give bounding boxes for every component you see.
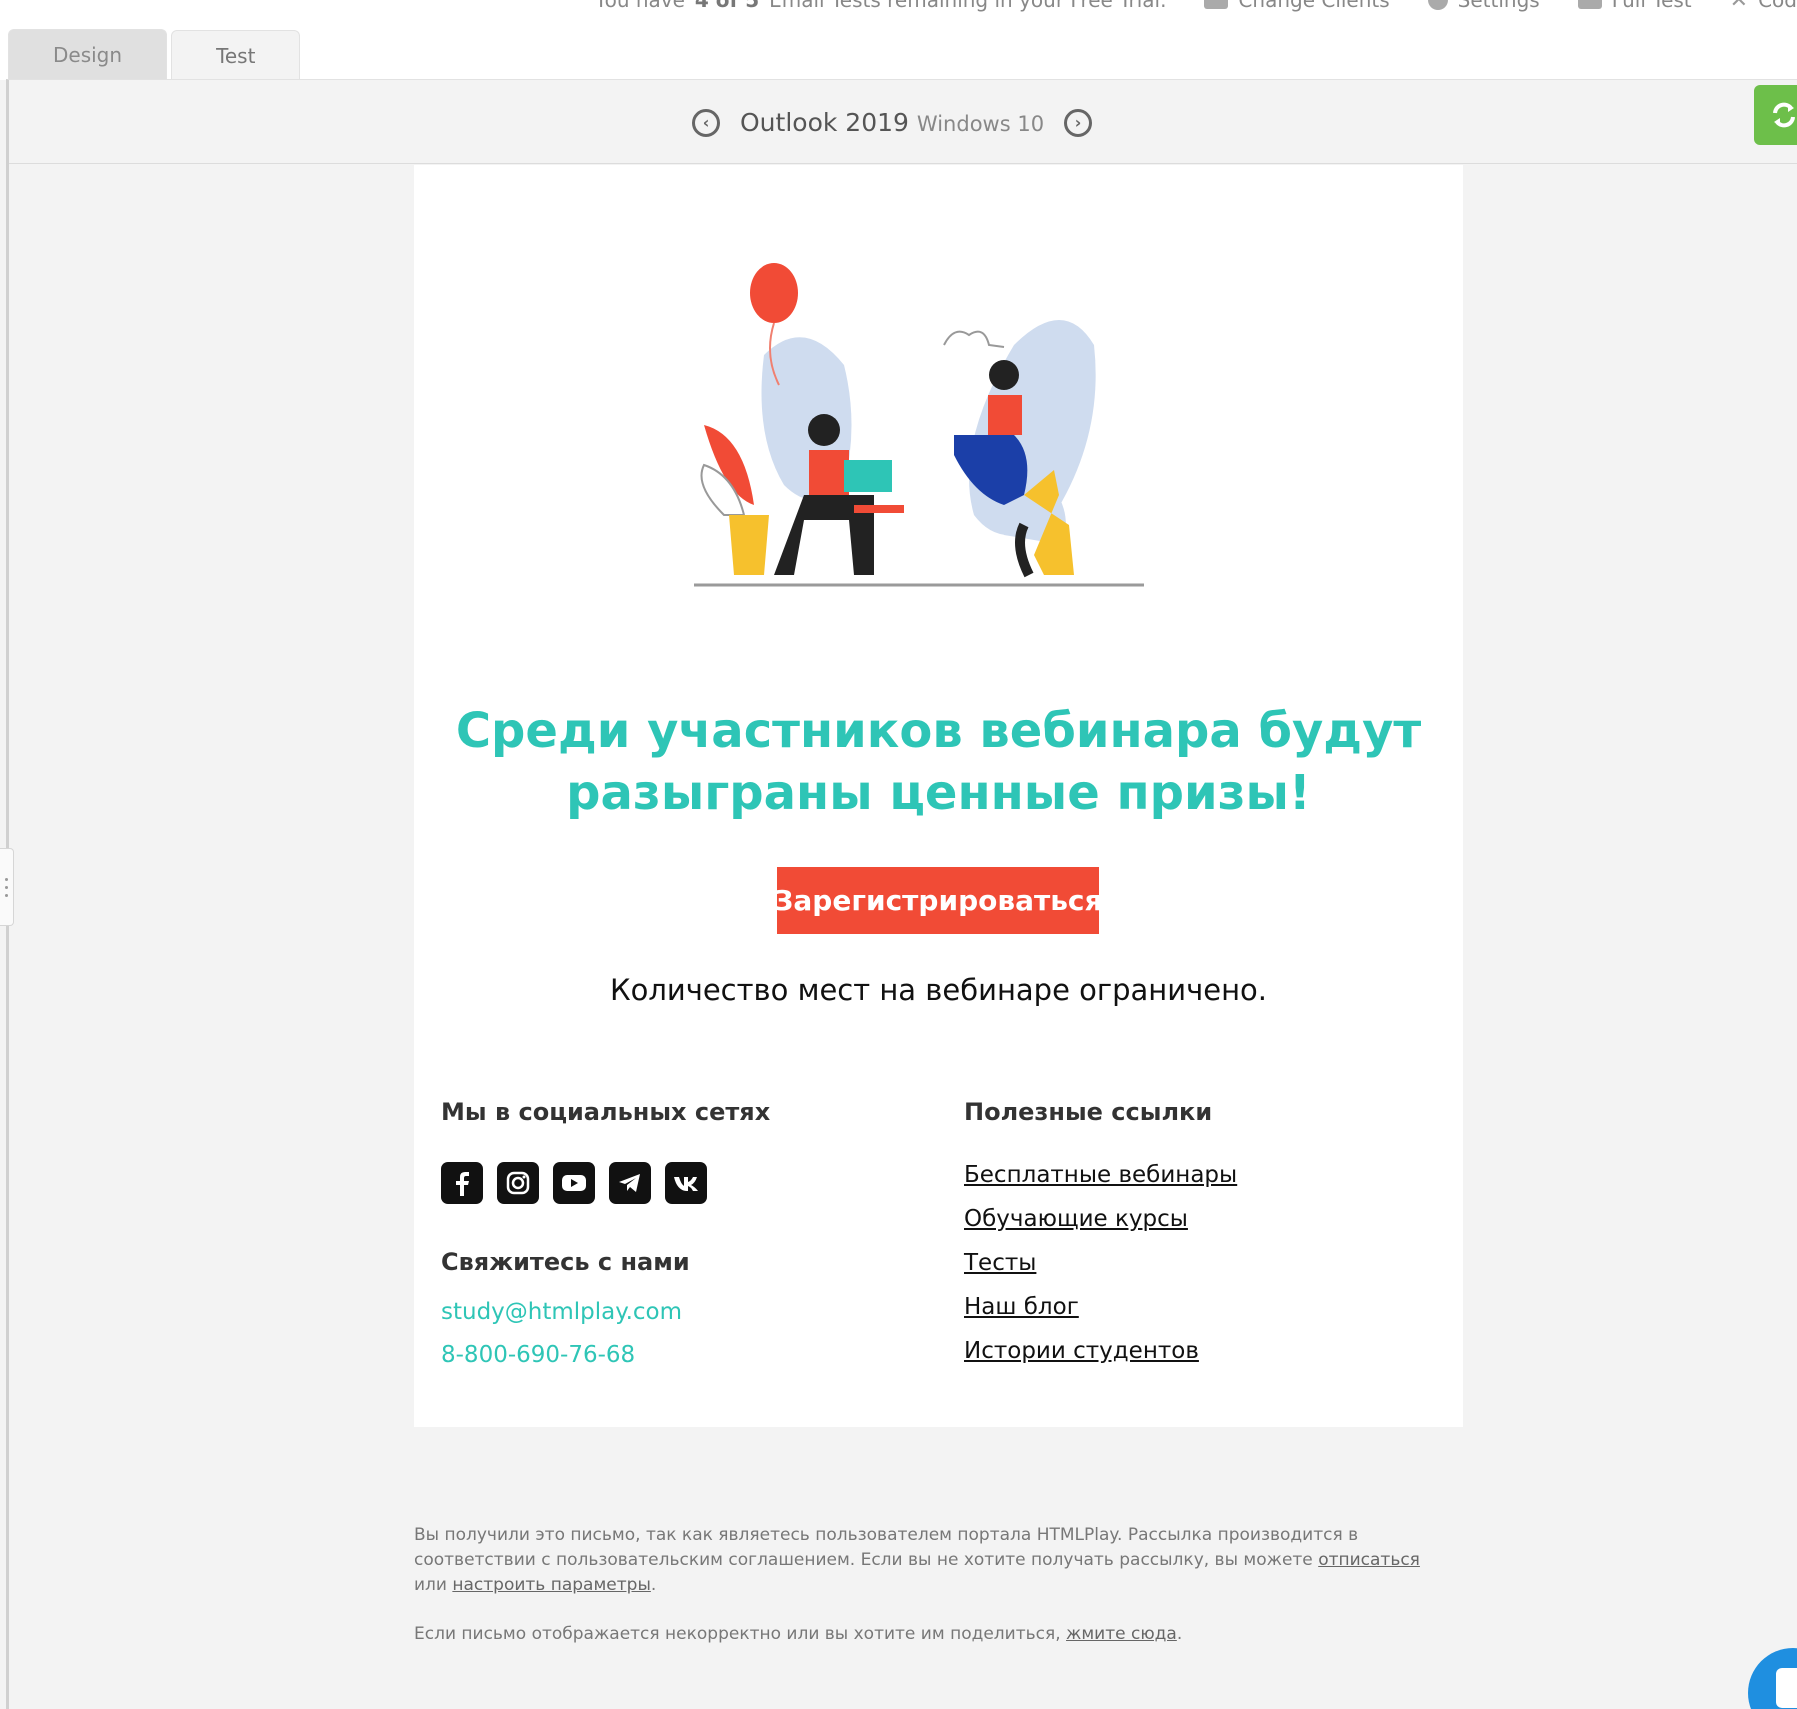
link-tests[interactable]: Тесты — [964, 1250, 1237, 1294]
client-title: Outlook 2019 Windows 10 — [740, 108, 1044, 137]
telegram-icon[interactable] — [609, 1162, 651, 1204]
links-heading: Полезные ссылки — [964, 1098, 1213, 1126]
full-test-label: Full Test — [1611, 0, 1692, 12]
unsubscribe-link[interactable]: отписаться — [1318, 1550, 1420, 1570]
tab-bar: Design Test — [8, 29, 301, 80]
social-icons — [441, 1162, 707, 1204]
panel-resize-handle[interactable] — [0, 848, 14, 926]
gear-icon — [1427, 0, 1448, 10]
next-client-button[interactable]: › — [1064, 108, 1093, 137]
envelope-icon — [1577, 0, 1602, 9]
footer-or: или — [414, 1575, 447, 1595]
instagram-icon[interactable] — [497, 1162, 539, 1204]
footer-disclaimer-text: Вы получили это письмо, так как являетес… — [414, 1525, 1359, 1570]
footer-view-online: Если письмо отображается некорректно или… — [414, 1624, 1183, 1644]
change-clients-label: Change Clients — [1238, 0, 1390, 12]
change-clients-button[interactable]: Change Clients — [1204, 0, 1390, 12]
contact-phone-link[interactable]: 8-800-690-76-68 — [441, 1342, 635, 1368]
view-online-link[interactable]: жмите сюда — [1066, 1624, 1177, 1644]
register-button[interactable]: Зарегистрироваться — [774, 867, 1102, 934]
footer-view-text: Если письмо отображается некорректно или… — [414, 1624, 1061, 1644]
refresh-icon — [1773, 102, 1795, 128]
prev-client-button[interactable]: ‹ — [692, 108, 720, 137]
client-name: Outlook 2019 — [740, 108, 909, 137]
settings-link[interactable]: настроить параметры — [452, 1575, 651, 1595]
headline-line-1: Среди участников вебинара будут — [455, 703, 1422, 759]
refresh-button[interactable] — [1754, 85, 1797, 145]
footer-disclaimer: Вы получили это письмо, так как являетес… — [414, 1525, 1420, 1595]
trial-status: You have 4 of 5 Email Tests remaining in… — [595, 0, 1166, 12]
link-blog[interactable]: Наш блог — [964, 1294, 1237, 1338]
email-preview: Среди участников вебинара будут разыгран… — [414, 165, 1463, 1427]
hero-illustration — [694, 263, 1144, 587]
client-os: Windows 10 — [916, 112, 1045, 136]
settings-button[interactable]: Settings — [1427, 0, 1540, 12]
vk-icon[interactable] — [665, 1162, 707, 1204]
wrench-icon: ✕ — [1729, 0, 1749, 13]
full-test-button[interactable]: Full Test — [1577, 0, 1692, 12]
email-footer: Вы получили это письмо, так как являетес… — [414, 1523, 1444, 1671]
useful-links-list: Бесплатные вебинары Обучающие курсы Тест… — [964, 1162, 1237, 1382]
youtube-icon[interactable] — [553, 1162, 595, 1204]
email-headline: Среди участников вебинара будут разыгран… — [414, 700, 1463, 824]
top-bar: You have 4 of 5 Email Tests remaining in… — [0, 0, 1797, 80]
headline-line-2: разыграны ценные призы! — [566, 765, 1311, 821]
tab-design[interactable]: Design — [8, 29, 168, 79]
link-student-stories[interactable]: Истории студентов — [964, 1338, 1237, 1382]
facebook-icon[interactable] — [441, 1162, 483, 1204]
trial-suffix: Email Tests remaining in your Free Trial… — [769, 0, 1167, 12]
social-heading: Мы в социальных сетях — [441, 1098, 771, 1126]
link-courses[interactable]: Обучающие курсы — [964, 1206, 1237, 1250]
chat-icon — [1776, 1668, 1797, 1708]
trial-prefix: You have — [595, 0, 685, 12]
code-button[interactable]: ✕ Cod — [1730, 0, 1797, 13]
top-info: You have 4 of 5 Email Tests remaining in… — [595, 0, 1797, 13]
limited-seats-note: Количество мест на вебинаре ограничено. — [609, 973, 1268, 1007]
client-nav: ‹ Outlook 2019 Windows 10 › — [692, 108, 1093, 137]
code-label: Cod — [1758, 0, 1797, 12]
settings-label: Settings — [1457, 0, 1540, 12]
tab-test[interactable]: Test — [171, 30, 301, 80]
clients-icon — [1204, 0, 1229, 9]
contact-heading: Свяжитесь с нами — [441, 1248, 690, 1276]
trial-count: 4 of 5 — [694, 0, 760, 12]
link-free-webinars[interactable]: Бесплатные вебинары — [964, 1162, 1237, 1206]
contact-email-link[interactable]: study@htmlplay.com — [441, 1299, 682, 1325]
